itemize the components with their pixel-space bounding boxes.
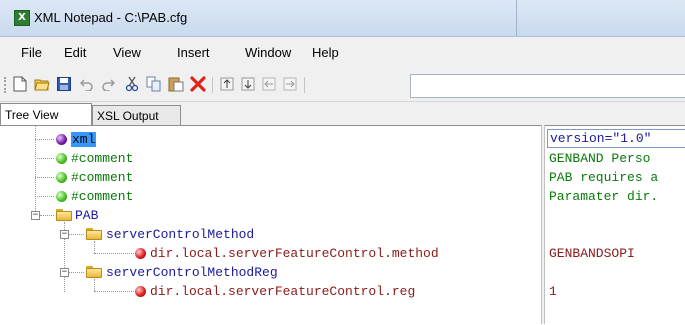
- nudge-left-icon[interactable]: [261, 76, 277, 92]
- paste-icon[interactable]: [168, 76, 184, 92]
- open-icon[interactable]: [34, 76, 50, 92]
- menu-view[interactable]: View: [113, 45, 141, 60]
- value-cell[interactable]: Paramater dir.: [549, 187, 658, 206]
- toolbar: [0, 67, 685, 102]
- value-cell[interactable]: GENBAND Perso: [549, 149, 650, 168]
- value-cell[interactable]: GENBANDSOPI: [549, 244, 635, 263]
- nudge-down-icon[interactable]: [240, 76, 256, 92]
- tree-node-server-control-method[interactable]: serverControlMethod: [106, 225, 254, 244]
- tree-node-attribute-reg[interactable]: dir.local.serverFeatureControl.reg: [150, 282, 415, 301]
- toolbar-separator: [212, 77, 213, 93]
- undo-icon[interactable]: [79, 76, 95, 92]
- toolbar-separator: [304, 77, 305, 93]
- node-value-panel[interactable]: version="1.0" GENBAND Perso PAB requires…: [545, 125, 685, 325]
- value-cell[interactable]: PAB requires a: [549, 168, 658, 187]
- tree-node-attribute-method[interactable]: dir.local.serverFeatureControl.method: [150, 244, 439, 263]
- tree-node-pab[interactable]: PAB: [75, 206, 98, 225]
- tree-line: [94, 253, 134, 254]
- xpath-input[interactable]: [410, 74, 685, 98]
- tree-node-label: xml: [71, 132, 97, 147]
- attribute-icon: [135, 286, 146, 297]
- tree-line: [69, 234, 84, 235]
- save-icon[interactable]: [56, 76, 72, 92]
- menu-help[interactable]: Help: [312, 45, 339, 60]
- tab-strip: Tree View XSL Output: [0, 102, 685, 127]
- tree-node-xml[interactable]: xml: [71, 130, 97, 149]
- tree-line: [40, 215, 54, 216]
- delete-icon[interactable]: [190, 76, 206, 92]
- tree-line: [69, 272, 84, 273]
- xml-notepad-icon: X: [14, 10, 30, 26]
- collapse-icon[interactable]: −: [31, 211, 40, 220]
- redo-icon[interactable]: [100, 76, 116, 92]
- tree-line: [94, 279, 95, 291]
- menu-bar: File Edit View Insert Window Help: [0, 37, 685, 67]
- tree-line: [35, 196, 54, 197]
- tab-tree-view[interactable]: Tree View: [0, 103, 92, 127]
- tree-node-server-control-method-reg[interactable]: serverControlMethodReg: [106, 263, 278, 282]
- tree-node-comment[interactable]: #comment: [71, 187, 133, 206]
- nudge-right-icon[interactable]: [282, 76, 298, 92]
- menu-insert[interactable]: Insert: [177, 45, 210, 60]
- folder-icon: [86, 266, 102, 278]
- attribute-icon: [135, 248, 146, 259]
- nudge-up-icon[interactable]: [219, 76, 235, 92]
- new-icon[interactable]: [12, 76, 28, 92]
- processing-instruction-icon: [56, 134, 67, 145]
- toolbar-grip[interactable]: [4, 77, 8, 93]
- value-cell[interactable]: version="1.0": [547, 129, 685, 148]
- menu-window[interactable]: Window: [245, 45, 291, 60]
- menu-edit[interactable]: Edit: [64, 45, 86, 60]
- comment-icon: [56, 191, 67, 202]
- comment-icon: [56, 153, 67, 164]
- title-divider: [516, 0, 517, 36]
- collapse-icon[interactable]: −: [60, 230, 69, 239]
- tree-line: [35, 158, 54, 159]
- folder-icon: [86, 228, 102, 240]
- window-title: XML Notepad - C:\PAB.cfg: [34, 10, 188, 25]
- tree-line: [94, 291, 134, 292]
- tab-xsl-output[interactable]: XSL Output: [92, 105, 181, 125]
- comment-icon: [56, 172, 67, 183]
- tree-line: [94, 241, 95, 253]
- cut-icon[interactable]: [124, 76, 140, 92]
- collapse-icon[interactable]: −: [60, 268, 69, 277]
- value-cell[interactable]: 1: [549, 282, 557, 301]
- menu-file[interactable]: File: [21, 45, 42, 60]
- tree-view-panel[interactable]: xml #comment #comment #comment − PAB − s…: [0, 125, 541, 325]
- folder-icon: [56, 209, 72, 221]
- title-bar: X XML Notepad - C:\PAB.cfg: [0, 0, 685, 37]
- tree-node-comment[interactable]: #comment: [71, 168, 133, 187]
- tree-line: [35, 139, 54, 140]
- tree-line: [35, 177, 54, 178]
- copy-icon[interactable]: [146, 76, 162, 92]
- tree-node-comment[interactable]: #comment: [71, 149, 133, 168]
